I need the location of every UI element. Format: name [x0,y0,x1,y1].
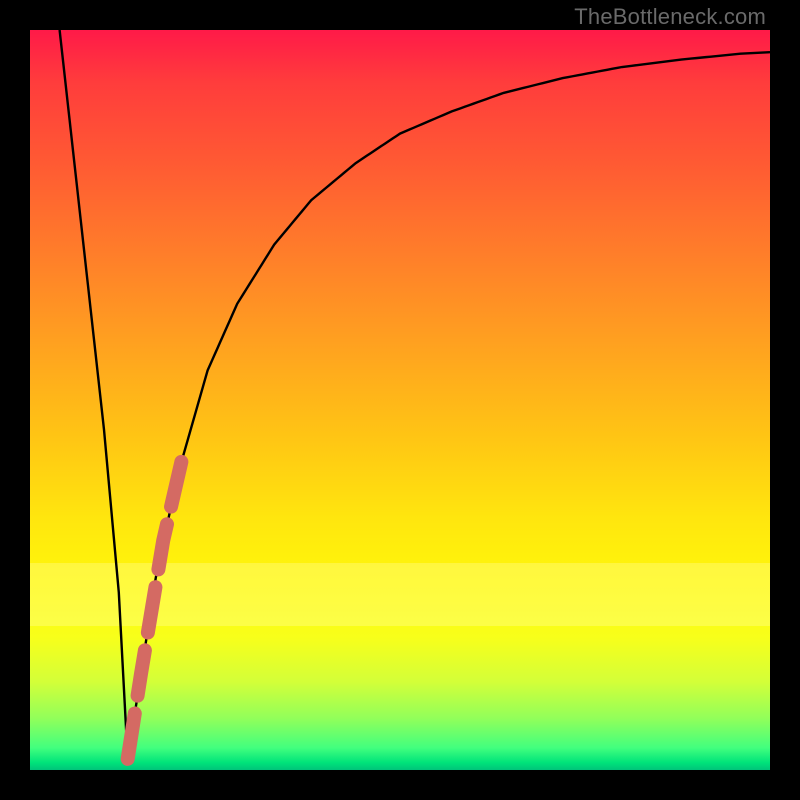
overlay-layer [30,30,770,770]
plot-area [30,30,770,770]
highlight-segment [128,444,186,759]
attribution-text: TheBottleneck.com [574,4,766,30]
chart-frame: TheBottleneck.com [0,0,800,800]
